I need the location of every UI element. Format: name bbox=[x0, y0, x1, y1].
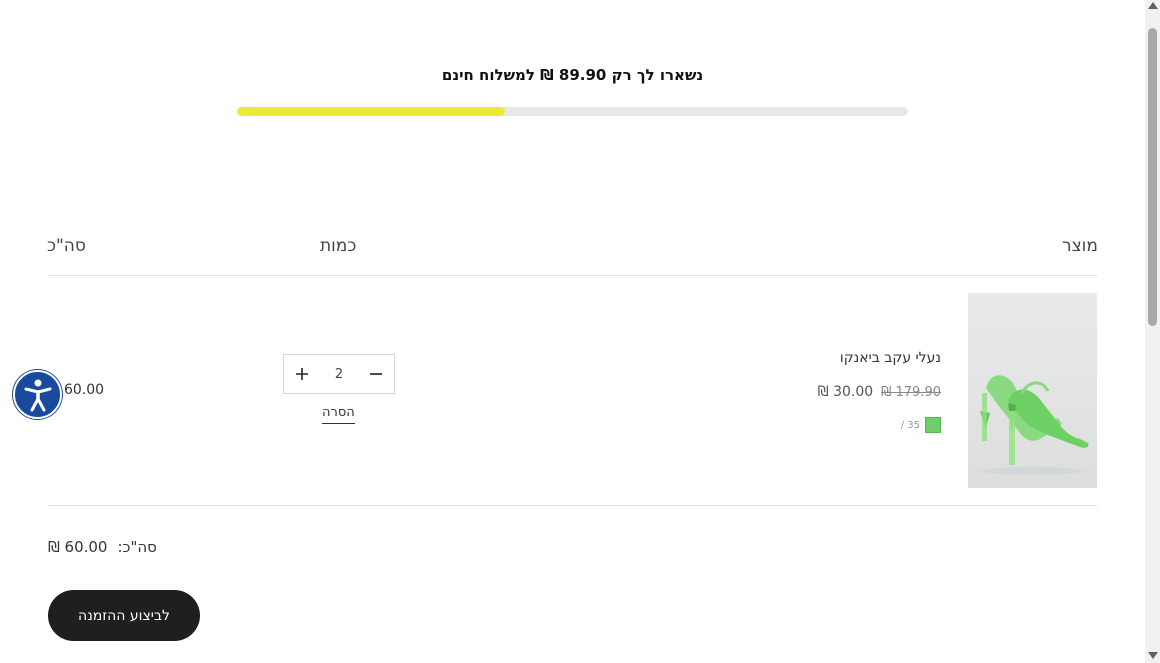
checkout-button[interactable]: לביצוע ההזמנה bbox=[48, 590, 200, 641]
scroll-up-arrow-icon[interactable] bbox=[1148, 2, 1158, 9]
green-heel-shoe-image bbox=[980, 375, 1089, 475]
quantity-stepper bbox=[283, 354, 395, 394]
column-header-product: מוצר bbox=[1062, 236, 1098, 256]
free-shipping-message: נשארו לך רק 89.90 ₪ למשלוח חינם bbox=[441, 66, 704, 84]
column-header-total: סה"כ bbox=[47, 236, 86, 256]
free-shipping-progress-bar bbox=[237, 107, 908, 116]
subtotal-value: 60.00 ₪ bbox=[48, 538, 108, 556]
quantity-input[interactable] bbox=[324, 366, 354, 382]
divider bbox=[48, 275, 1097, 276]
page-scrollbar[interactable] bbox=[1145, 0, 1160, 663]
column-header-quantity: כמות bbox=[320, 236, 357, 256]
color-swatch bbox=[925, 417, 941, 433]
product-variant: 35 / bbox=[901, 417, 941, 433]
divider bbox=[48, 505, 1097, 506]
accessibility-button[interactable] bbox=[13, 370, 62, 419]
line-total: 60.00 bbox=[64, 382, 105, 398]
price-original: 179.90 ₪ bbox=[881, 384, 941, 400]
scroll-down-arrow-icon[interactable] bbox=[1148, 652, 1158, 659]
product-name[interactable]: נעלי עקב ביאנקו bbox=[840, 350, 941, 366]
price-current: 30.00 ₪ bbox=[817, 384, 874, 400]
plus-icon[interactable] bbox=[284, 355, 320, 393]
remove-item-link[interactable]: הסרה bbox=[322, 405, 355, 424]
scrollbar-thumb[interactable] bbox=[1148, 28, 1157, 326]
cart-subtotal: סה"כ: 60.00 ₪ bbox=[48, 538, 157, 556]
subtotal-label: סה"כ: bbox=[117, 538, 157, 556]
product-image[interactable] bbox=[968, 293, 1097, 488]
product-price: 179.90 ₪ 30.00 ₪ bbox=[818, 384, 941, 400]
accessibility-icon bbox=[24, 379, 51, 411]
minus-icon[interactable] bbox=[358, 355, 394, 393]
variant-size: 35 / bbox=[900, 419, 920, 431]
progress-fill bbox=[237, 107, 506, 116]
